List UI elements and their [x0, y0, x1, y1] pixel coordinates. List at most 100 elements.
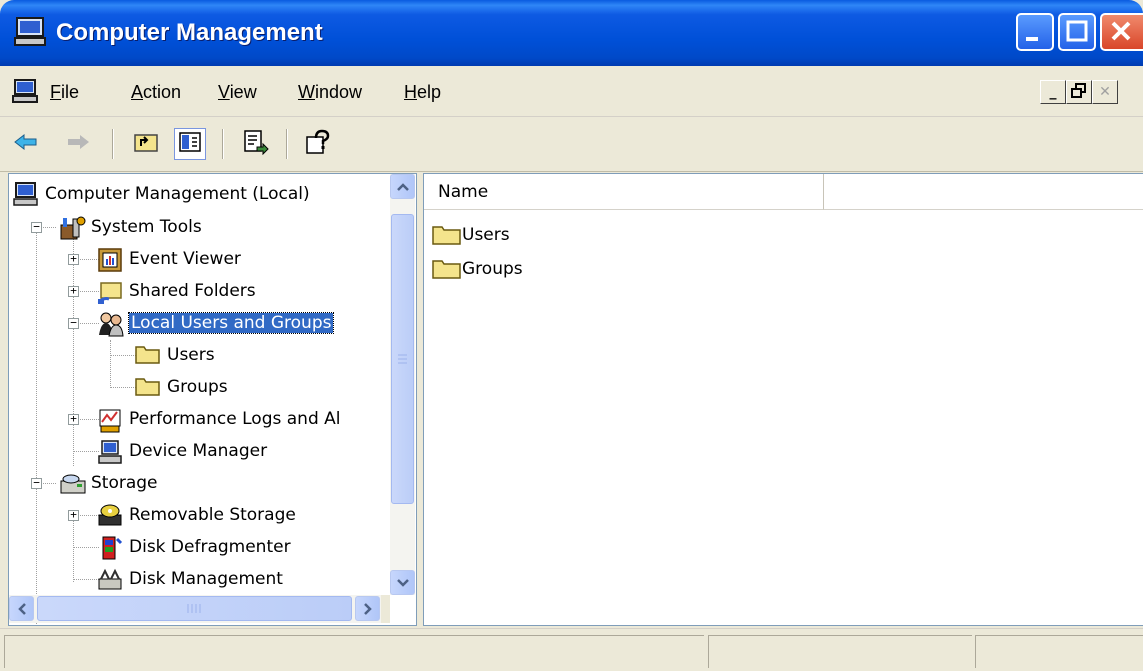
- tree-line: [73, 514, 74, 582]
- tree-label: Computer Management (Local): [45, 184, 310, 204]
- disk-management-icon: [97, 567, 123, 591]
- system-tools-icon: [59, 215, 86, 240]
- menu-file[interactable]: File: [50, 82, 79, 103]
- tree-label: System Tools: [91, 217, 202, 237]
- list-item-label: Groups: [462, 259, 523, 279]
- title-bar[interactable]: Computer Management: [0, 0, 1143, 66]
- tree-item-removable-storage[interactable]: Removable Storage: [97, 501, 296, 529]
- users-groups-icon: [97, 311, 124, 337]
- collapse-local-users-groups-toggle[interactable]: −: [68, 317, 79, 329]
- forward-arrow-icon: [65, 132, 91, 157]
- mdi-close-button[interactable]: ✕: [1092, 80, 1118, 104]
- console-tree[interactable]: − + + − + − + Computer Management (Local…: [8, 173, 417, 626]
- expand-performance-logs-toggle[interactable]: +: [68, 413, 79, 425]
- scroll-left-button[interactable]: [9, 596, 34, 621]
- tree-vertical-scrollbar[interactable]: [390, 174, 415, 595]
- scroll-up-button[interactable]: [390, 174, 415, 199]
- back-arrow-icon: [13, 132, 39, 157]
- shared-folder-icon: [97, 279, 123, 304]
- tree-item-event-viewer[interactable]: Event Viewer: [97, 245, 241, 273]
- tree-line: [110, 355, 138, 356]
- folder-icon: [135, 375, 161, 399]
- tree-line: [36, 232, 37, 625]
- system-menu-icon[interactable]: [12, 78, 40, 109]
- list-item-groups[interactable]: Groups: [432, 254, 523, 284]
- tree-item-computer-management-local[interactable]: Computer Management (Local): [13, 180, 310, 208]
- tree-label: Disk Management: [129, 569, 283, 589]
- tree-line: [73, 238, 74, 466]
- menu-bar: File Action View Window Help _ ✕: [0, 66, 1143, 117]
- removable-storage-icon: [97, 503, 123, 527]
- tree-label: Removable Storage: [129, 505, 296, 525]
- export-list-icon: [243, 129, 269, 160]
- export-list-button[interactable]: [240, 128, 272, 160]
- tree-item-disk-management[interactable]: Disk Management: [97, 565, 283, 593]
- menu-help[interactable]: Help: [404, 82, 441, 103]
- tree-line: [110, 340, 111, 388]
- expand-removable-storage-toggle[interactable]: +: [68, 509, 79, 521]
- folder-icon: [135, 343, 161, 367]
- list-item-users[interactable]: Users: [432, 220, 510, 250]
- minimize-button[interactable]: [1016, 13, 1054, 51]
- help-button[interactable]: [302, 128, 334, 160]
- device-manager-icon: [97, 439, 123, 464]
- tree-item-local-users-and-groups[interactable]: Local Users and Groups: [97, 309, 335, 337]
- tree-item-system-tools[interactable]: System Tools: [59, 213, 202, 241]
- status-cell-secondary: [708, 635, 972, 668]
- tree-label: Groups: [167, 377, 228, 397]
- column-header-label: Name: [438, 181, 489, 202]
- expand-shared-folders-toggle[interactable]: +: [68, 285, 79, 297]
- column-header-name[interactable]: Name: [424, 174, 824, 210]
- menu-window[interactable]: Window: [298, 82, 362, 103]
- scroll-thumb[interactable]: [391, 214, 414, 504]
- expand-event-viewer-toggle[interactable]: +: [68, 253, 79, 265]
- help-icon: [305, 129, 331, 160]
- up-one-level-button[interactable]: [130, 128, 162, 160]
- tree-item-device-manager[interactable]: Device Manager: [97, 437, 267, 465]
- menu-view[interactable]: View: [218, 82, 257, 103]
- tree-line: [110, 387, 138, 388]
- scroll-down-button[interactable]: [390, 570, 415, 595]
- toolbar: [0, 117, 1143, 172]
- toolbar-separator: [286, 129, 288, 159]
- show-hide-console-tree-button[interactable]: [174, 128, 206, 160]
- collapse-system-tools-toggle[interactable]: −: [31, 221, 42, 233]
- column-header-empty[interactable]: [824, 174, 1143, 210]
- folder-icon: [432, 224, 462, 246]
- up-one-level-icon: [133, 130, 159, 159]
- tree-item-users[interactable]: Users: [135, 341, 215, 369]
- tree-item-disk-defragmenter[interactable]: Disk Defragmenter: [97, 533, 291, 561]
- computer-management-icon: [14, 16, 48, 53]
- tree-item-groups[interactable]: Groups: [135, 373, 228, 401]
- show-hide-console-tree-icon: [178, 131, 202, 158]
- back-button[interactable]: [10, 128, 42, 160]
- toolbar-separator: [222, 129, 224, 159]
- performance-logs-icon: [97, 407, 123, 433]
- collapse-storage-toggle[interactable]: −: [31, 477, 42, 489]
- tree-label: Storage: [91, 473, 158, 493]
- mdi-restore-button[interactable]: [1066, 80, 1092, 104]
- toolbar-separator: [112, 129, 114, 159]
- tree-item-performance-logs[interactable]: Performance Logs and Al: [97, 405, 341, 433]
- tree-item-shared-folders[interactable]: Shared Folders: [97, 277, 256, 305]
- details-pane[interactable]: Name Users Groups: [423, 173, 1143, 626]
- scroll-corner: [381, 595, 390, 623]
- tree-label: Event Viewer: [129, 249, 241, 269]
- close-button[interactable]: [1100, 13, 1143, 51]
- forward-button[interactable]: [62, 128, 94, 160]
- tree-label: Device Manager: [129, 441, 268, 461]
- maximize-button[interactable]: [1058, 13, 1096, 51]
- scroll-right-button[interactable]: [355, 596, 380, 621]
- mdi-minimize-button[interactable]: _: [1040, 80, 1066, 104]
- computer-icon: [13, 182, 39, 206]
- tree-label: Shared Folders: [129, 281, 256, 301]
- list-item-label: Users: [462, 225, 510, 245]
- tree-line: [73, 547, 99, 548]
- horizontal-scroll-thumb[interactable]: [37, 596, 352, 621]
- menu-action[interactable]: Action: [131, 82, 181, 103]
- tree-label-selected: Local Users and Groups: [127, 312, 335, 334]
- tree-item-storage[interactable]: Storage: [59, 469, 158, 497]
- status-cell-tertiary: [975, 635, 1143, 668]
- event-viewer-icon: [97, 247, 123, 272]
- tree-horizontal-scrollbar[interactable]: [9, 595, 390, 623]
